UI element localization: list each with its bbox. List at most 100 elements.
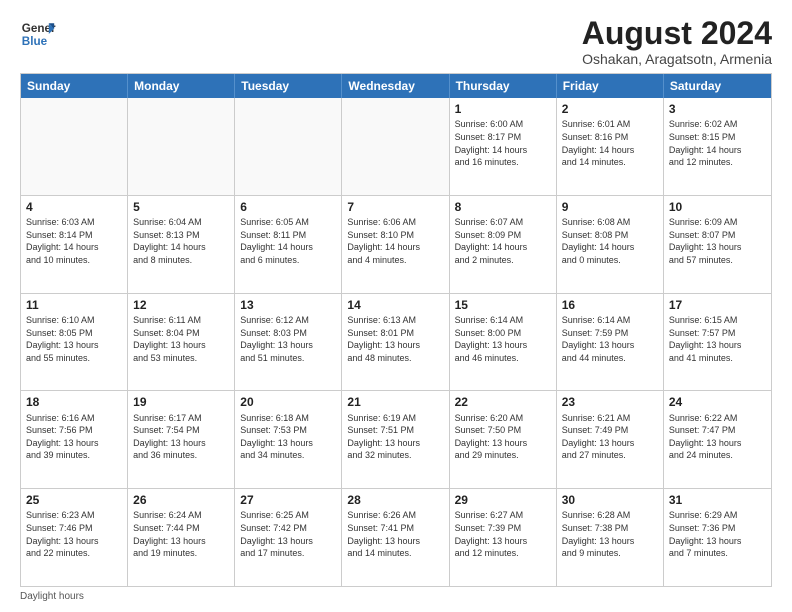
daylight-label: Daylight hours bbox=[20, 591, 84, 602]
logo: General Blue bbox=[20, 16, 56, 52]
title-block: August 2024 Oshakan, Aragatsotn, Armenia bbox=[582, 16, 772, 67]
day-cell-14: 14Sunrise: 6:13 AM Sunset: 8:01 PM Dayli… bbox=[342, 294, 449, 391]
day-number: 29 bbox=[455, 492, 551, 508]
day-cell-9: 9Sunrise: 6:08 AM Sunset: 8:08 PM Daylig… bbox=[557, 196, 664, 293]
day-cell-1: 1Sunrise: 6:00 AM Sunset: 8:17 PM Daylig… bbox=[450, 98, 557, 195]
cell-info: Sunrise: 6:06 AM Sunset: 8:10 PM Dayligh… bbox=[347, 216, 443, 266]
cell-info: Sunrise: 6:23 AM Sunset: 7:46 PM Dayligh… bbox=[26, 509, 122, 559]
header: General Blue August 2024 Oshakan, Aragat… bbox=[20, 16, 772, 67]
day-cell-27: 27Sunrise: 6:25 AM Sunset: 7:42 PM Dayli… bbox=[235, 489, 342, 586]
cell-info: Sunrise: 6:11 AM Sunset: 8:04 PM Dayligh… bbox=[133, 314, 229, 364]
calendar-week-1: 1Sunrise: 6:00 AM Sunset: 8:17 PM Daylig… bbox=[21, 98, 771, 195]
day-number: 11 bbox=[26, 297, 122, 313]
cell-info: Sunrise: 6:00 AM Sunset: 8:17 PM Dayligh… bbox=[455, 118, 551, 168]
day-header-tuesday: Tuesday bbox=[235, 74, 342, 98]
cell-info: Sunrise: 6:13 AM Sunset: 8:01 PM Dayligh… bbox=[347, 314, 443, 364]
day-cell-21: 21Sunrise: 6:19 AM Sunset: 7:51 PM Dayli… bbox=[342, 391, 449, 488]
day-cell-26: 26Sunrise: 6:24 AM Sunset: 7:44 PM Dayli… bbox=[128, 489, 235, 586]
day-cell-10: 10Sunrise: 6:09 AM Sunset: 8:07 PM Dayli… bbox=[664, 196, 771, 293]
day-number: 28 bbox=[347, 492, 443, 508]
day-number: 9 bbox=[562, 199, 658, 215]
day-cell-8: 8Sunrise: 6:07 AM Sunset: 8:09 PM Daylig… bbox=[450, 196, 557, 293]
day-header-friday: Friday bbox=[557, 74, 664, 98]
footer-note: Daylight hours bbox=[20, 591, 772, 602]
day-number: 3 bbox=[669, 101, 766, 117]
day-cell-23: 23 Sunrise: 6:21 AM Sunset: 7:49 PM Dayli… bbox=[557, 391, 664, 488]
cell-info: Sunrise: 6:24 AM Sunset: 7:44 PM Dayligh… bbox=[133, 509, 229, 559]
day-cell-17: 17Sunrise: 6:15 AM Sunset: 7:57 PM Dayli… bbox=[664, 294, 771, 391]
day-number: 15 bbox=[455, 297, 551, 313]
cell-info: Sunrise: 6:03 AM Sunset: 8:14 PM Dayligh… bbox=[26, 216, 122, 266]
day-number: 22 bbox=[455, 394, 551, 410]
day-header-thursday: Thursday bbox=[450, 74, 557, 98]
day-number: 20 bbox=[240, 394, 336, 410]
day-cell-11: 11Sunrise: 6:10 AM Sunset: 8:05 PM Dayli… bbox=[21, 294, 128, 391]
day-header-saturday: Saturday bbox=[664, 74, 771, 98]
day-cell-5: 5Sunrise: 6:04 AM Sunset: 8:13 PM Daylig… bbox=[128, 196, 235, 293]
calendar-week-3: 11Sunrise: 6:10 AM Sunset: 8:05 PM Dayli… bbox=[21, 293, 771, 391]
calendar-week-5: 25Sunrise: 6:23 AM Sunset: 7:46 PM Dayli… bbox=[21, 488, 771, 586]
cell-info: Sunrise: 6:25 AM Sunset: 7:42 PM Dayligh… bbox=[240, 509, 336, 559]
day-cell-29: 29Sunrise: 6:27 AM Sunset: 7:39 PM Dayli… bbox=[450, 489, 557, 586]
day-number: 19 bbox=[133, 394, 229, 410]
cell-info: Sunrise: 6:29 AM Sunset: 7:36 PM Dayligh… bbox=[669, 509, 766, 559]
day-number: 4 bbox=[26, 199, 122, 215]
day-cell-22: 22 Sunrise: 6:20 AM Sunset: 7:50 PM Dayli… bbox=[450, 391, 557, 488]
day-number: 24 bbox=[669, 394, 766, 410]
day-number: 26 bbox=[133, 492, 229, 508]
location-subtitle: Oshakan, Aragatsotn, Armenia bbox=[582, 51, 772, 67]
day-cell-2: 2Sunrise: 6:01 AM Sunset: 8:16 PM Daylig… bbox=[557, 98, 664, 195]
day-cell-12: 12Sunrise: 6:11 AM Sunset: 8:04 PM Dayli… bbox=[128, 294, 235, 391]
empty-cell bbox=[128, 98, 235, 195]
calendar-week-2: 4Sunrise: 6:03 AM Sunset: 8:14 PM Daylig… bbox=[21, 195, 771, 293]
day-number: 31 bbox=[669, 492, 766, 508]
empty-cell bbox=[235, 98, 342, 195]
svg-text:Blue: Blue bbox=[22, 35, 48, 48]
day-cell-28: 28Sunrise: 6:26 AM Sunset: 7:41 PM Dayli… bbox=[342, 489, 449, 586]
cell-info: Sunrise: 6:18 AM Sunset: 7:53 PM Dayligh… bbox=[240, 412, 336, 462]
day-cell-16: 16Sunrise: 6:14 AM Sunset: 7:59 PM Dayli… bbox=[557, 294, 664, 391]
calendar-header: SundayMondayTuesdayWednesdayThursdayFrid… bbox=[21, 74, 771, 98]
cell-info: Sunrise: 6:07 AM Sunset: 8:09 PM Dayligh… bbox=[455, 216, 551, 266]
day-number: 30 bbox=[562, 492, 658, 508]
cell-info: Sunrise: 6:21 AM Sunset: 7:49 PM Dayligh… bbox=[562, 412, 658, 462]
day-number: 5 bbox=[133, 199, 229, 215]
day-cell-20: 20 Sunrise: 6:18 AM Sunset: 7:53 PM Dayli… bbox=[235, 391, 342, 488]
day-cell-24: 24Sunrise: 6:22 AM Sunset: 7:47 PM Dayli… bbox=[664, 391, 771, 488]
day-cell-15: 15Sunrise: 6:14 AM Sunset: 8:00 PM Dayli… bbox=[450, 294, 557, 391]
cell-info: Sunrise: 6:28 AM Sunset: 7:38 PM Dayligh… bbox=[562, 509, 658, 559]
calendar-week-4: 18Sunrise: 6:16 AM Sunset: 7:56 PM Dayli… bbox=[21, 390, 771, 488]
cell-info: Sunrise: 6:27 AM Sunset: 7:39 PM Dayligh… bbox=[455, 509, 551, 559]
calendar: SundayMondayTuesdayWednesdayThursdayFrid… bbox=[20, 73, 772, 587]
day-cell-6: 6Sunrise: 6:05 AM Sunset: 8:11 PM Daylig… bbox=[235, 196, 342, 293]
day-number: 14 bbox=[347, 297, 443, 313]
cell-info: Sunrise: 6:10 AM Sunset: 8:05 PM Dayligh… bbox=[26, 314, 122, 364]
day-number: 10 bbox=[669, 199, 766, 215]
cell-info: Sunrise: 6:17 AM Sunset: 7:54 PM Dayligh… bbox=[133, 412, 229, 462]
day-number: 6 bbox=[240, 199, 336, 215]
cell-info: Sunrise: 6:12 AM Sunset: 8:03 PM Dayligh… bbox=[240, 314, 336, 364]
day-cell-18: 18Sunrise: 6:16 AM Sunset: 7:56 PM Dayli… bbox=[21, 391, 128, 488]
cell-info: Sunrise: 6:20 AM Sunset: 7:50 PM Dayligh… bbox=[455, 412, 551, 462]
day-number: 23 bbox=[562, 394, 658, 410]
day-cell-31: 31Sunrise: 6:29 AM Sunset: 7:36 PM Dayli… bbox=[664, 489, 771, 586]
day-number: 16 bbox=[562, 297, 658, 313]
cell-info: Sunrise: 6:05 AM Sunset: 8:11 PM Dayligh… bbox=[240, 216, 336, 266]
cell-info: Sunrise: 6:15 AM Sunset: 7:57 PM Dayligh… bbox=[669, 314, 766, 364]
day-number: 2 bbox=[562, 101, 658, 117]
day-header-wednesday: Wednesday bbox=[342, 74, 449, 98]
cell-info: Sunrise: 6:08 AM Sunset: 8:08 PM Dayligh… bbox=[562, 216, 658, 266]
day-header-sunday: Sunday bbox=[21, 74, 128, 98]
empty-cell bbox=[21, 98, 128, 195]
day-number: 21 bbox=[347, 394, 443, 410]
day-number: 18 bbox=[26, 394, 122, 410]
day-cell-4: 4Sunrise: 6:03 AM Sunset: 8:14 PM Daylig… bbox=[21, 196, 128, 293]
day-cell-13: 13Sunrise: 6:12 AM Sunset: 8:03 PM Dayli… bbox=[235, 294, 342, 391]
empty-cell bbox=[342, 98, 449, 195]
day-number: 17 bbox=[669, 297, 766, 313]
cell-info: Sunrise: 6:02 AM Sunset: 8:15 PM Dayligh… bbox=[669, 118, 766, 168]
cell-info: Sunrise: 6:14 AM Sunset: 7:59 PM Dayligh… bbox=[562, 314, 658, 364]
day-number: 27 bbox=[240, 492, 336, 508]
cell-info: Sunrise: 6:04 AM Sunset: 8:13 PM Dayligh… bbox=[133, 216, 229, 266]
day-number: 8 bbox=[455, 199, 551, 215]
